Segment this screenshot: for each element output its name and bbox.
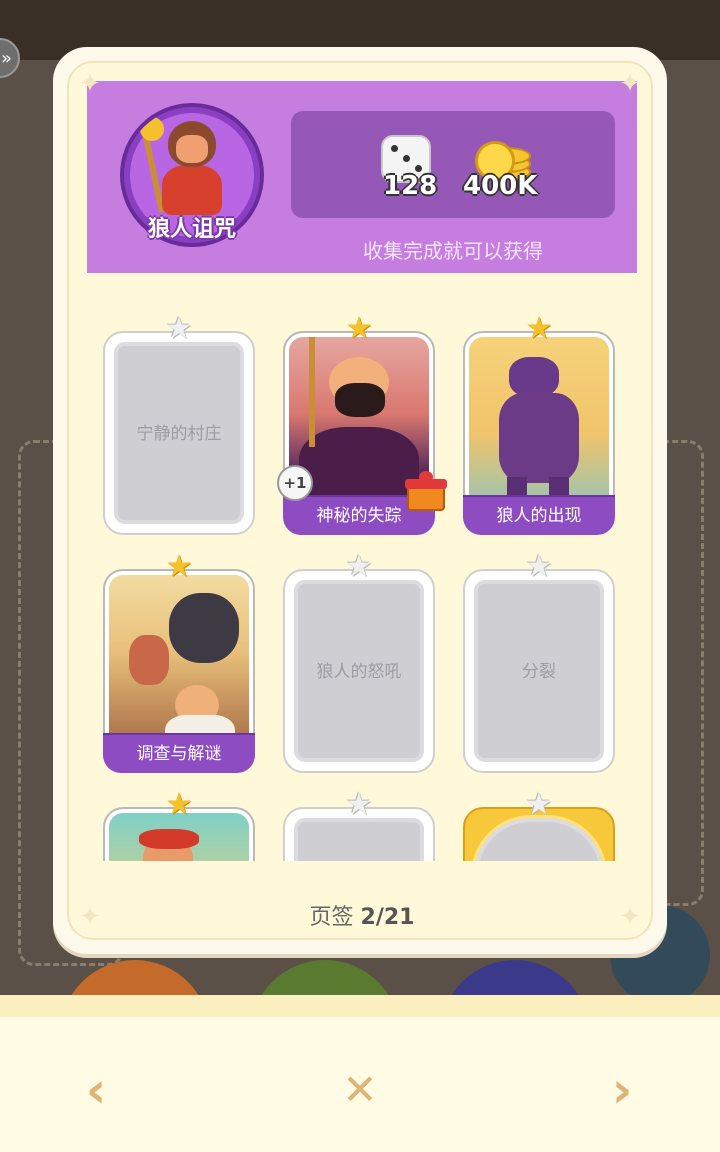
duplicate-count-badge: +1 (277, 465, 313, 501)
star-icon: ★ (525, 311, 553, 346)
next-page-button[interactable]: › (592, 1060, 652, 1120)
star-icon: ★ (345, 311, 373, 346)
collect-hint: 收集完成就可以获得 (363, 239, 543, 263)
card-slot[interactable]: ★ (463, 790, 615, 861)
corner-ornament-icon: ✦ (79, 902, 101, 932)
page-label: 页签 (309, 905, 354, 930)
corner-ornament-icon: ✦ (619, 902, 641, 932)
page-indicator: 页签 2/21 (69, 899, 651, 931)
star-icon: ★ (165, 787, 193, 822)
album-header: 狼人诅咒 128 400K 收集完成就可以获得 (87, 81, 637, 273)
card-slot[interactable]: 狼人的怒吼 ★ (283, 552, 435, 773)
star-icon: ★ (525, 549, 553, 584)
card-name: 调查与解谜 (103, 733, 255, 773)
card-name: 狼人的怒吼 (316, 662, 402, 682)
dice-reward-value: 128 (383, 171, 438, 201)
page-number: 2/21 (360, 905, 415, 930)
corner-ornament-icon: ✦ (79, 69, 101, 99)
star-icon: ★ (525, 787, 553, 822)
card-slot[interactable]: 调查与解谜 ★ (103, 552, 255, 773)
album-title: 狼人诅咒 (147, 217, 236, 242)
close-button[interactable]: ✕ (330, 1060, 390, 1120)
coin-reward-value: 400K (463, 171, 538, 201)
card-name: 宁静的村庄 (136, 424, 222, 444)
card-name: 分裂 (522, 662, 556, 682)
previous-page-button[interactable]: ‹ (66, 1060, 126, 1120)
star-icon: ★ (165, 311, 193, 346)
card-slot[interactable]: 神秘的失踪 ★ +1 (277, 314, 447, 535)
star-icon: ★ (165, 549, 193, 584)
star-icon: ★ (345, 787, 373, 822)
card-slot[interactable]: 分裂 ★ (463, 552, 615, 773)
card-grid: 宁静的村庄 ★ 神秘的失踪 ★ +1 狼人的出现 ★ 调查与解谜 ★ 狼人的怒吼… (69, 301, 651, 861)
card-name: 狼人的出现 (463, 495, 615, 535)
card-slot[interactable]: ★ (283, 790, 435, 861)
album-panel: 狼人诅咒 128 400K 收集完成就可以获得 宁静的村庄 ★ 神秘的失踪 ★ … (53, 47, 667, 954)
card-slot[interactable]: 宁静的村庄 ★ (103, 314, 255, 535)
card-slot[interactable]: ★ (103, 790, 255, 861)
corner-ornament-icon: ✦ (619, 69, 641, 99)
card-slot[interactable]: 狼人的出现 ★ (463, 314, 615, 535)
gift-icon[interactable] (405, 471, 447, 513)
reward-box: 128 400K (291, 111, 615, 218)
star-icon: ★ (345, 549, 373, 584)
album-inner: 狼人诅咒 128 400K 收集完成就可以获得 宁静的村庄 ★ 神秘的失踪 ★ … (67, 61, 653, 940)
